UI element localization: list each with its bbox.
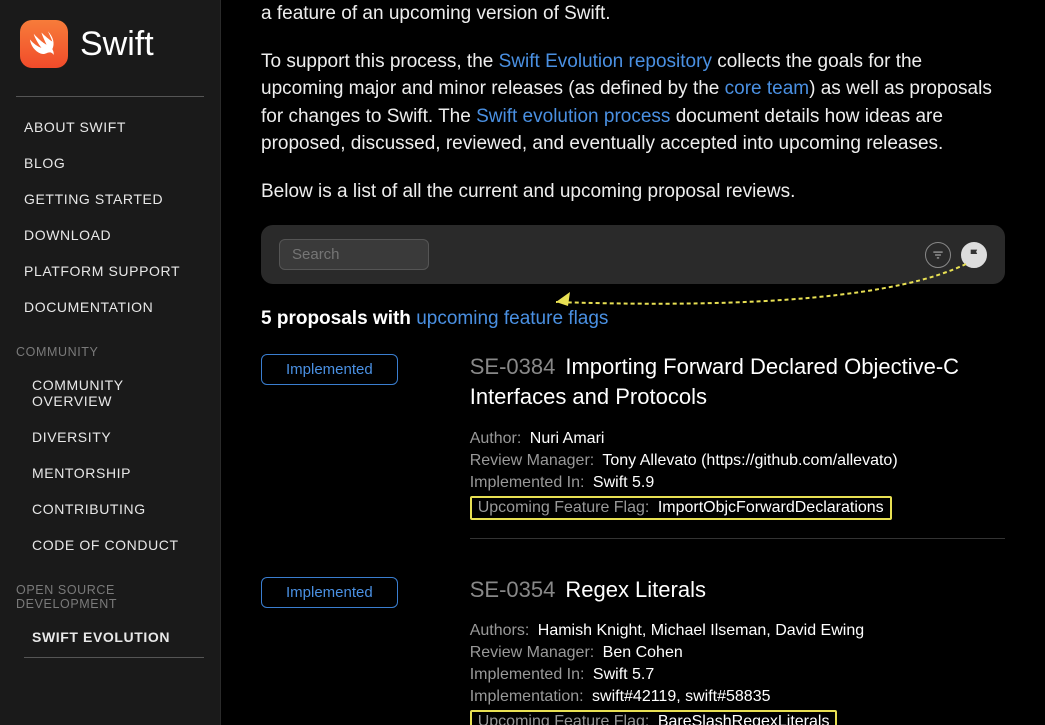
meta-implemented-in: Implemented In: Swift 5.7 <box>470 666 1005 684</box>
nav-blog[interactable]: BLOG <box>16 145 204 181</box>
meta-review-manager: Review Manager: Tony Allevato (https://g… <box>470 452 1005 470</box>
meta-author: Author: Nuri Amari <box>470 430 1005 448</box>
proposal-title[interactable]: SE-0354 Regex Literals <box>470 575 1005 605</box>
proposal-item: Implemented SE-0354 Regex Literals Author… <box>261 575 1005 725</box>
nav-diversity[interactable]: DIVERSITY <box>24 419 204 455</box>
value[interactable]: Tony Allevato (https://github.com/alleva… <box>602 452 897 469</box>
label: Implemented In: <box>470 474 585 491</box>
meta-implementation: Implementation: swift#42119, swift#58835 <box>470 688 1005 706</box>
status-badge[interactable]: Implemented <box>261 354 398 385</box>
logo-text: Swift <box>80 25 154 64</box>
label: Implemented In: <box>470 666 585 683</box>
nav-section-opensource: OPEN SOURCE DEVELOPMENT <box>16 563 204 619</box>
label: Author: <box>470 430 522 447</box>
nav-community-overview[interactable]: COMMUNITY OVERVIEW <box>24 367 204 419</box>
nav-mentorship[interactable]: MENTORSHIP <box>24 455 204 491</box>
nav-getting-started[interactable]: GETTING STARTED <box>16 181 204 217</box>
intro-p3: Below is a list of all the current and u… <box>261 178 1005 206</box>
search-input[interactable] <box>279 239 429 270</box>
nav-platform-support[interactable]: PLATFORM SUPPORT <box>16 253 204 289</box>
nav-code-of-conduct[interactable]: CODE OF CONDUCT <box>24 527 204 563</box>
label: Review Manager: <box>470 452 595 469</box>
filter-count: 5 proposals with <box>261 308 416 329</box>
link-core-team[interactable]: core team <box>725 78 809 99</box>
logo-row[interactable]: Swift <box>16 20 204 68</box>
divider <box>16 96 204 97</box>
proposal-title-text: Regex Literals <box>565 577 706 602</box>
meta-feature-flag: Upcoming Feature Flag: ImportObjcForward… <box>478 499 884 516</box>
value[interactable]: ImportObjcForwardDeclarations <box>658 499 884 516</box>
nav-swift-evolution[interactable]: SWIFT EVOLUTION <box>24 619 204 658</box>
proposal-se-number: SE-0354 <box>470 577 556 602</box>
intro-p2: To support this process, the Swift Evolu… <box>261 48 1005 158</box>
search-toolbar <box>261 225 1005 284</box>
flag-icon[interactable] <box>961 242 987 268</box>
meta-author: Authors: Hamish Knight, Michael Ilseman,… <box>470 622 1005 640</box>
nav-contributing[interactable]: CONTRIBUTING <box>24 491 204 527</box>
proposal-title[interactable]: SE-0384Importing Forward Declared Object… <box>470 352 1005 411</box>
value[interactable]: swift#42119, swift#58835 <box>592 688 770 705</box>
label: Implementation: <box>470 688 584 705</box>
meta-implemented-in: Implemented In: Swift 5.9 <box>470 474 1005 492</box>
meta-review-manager: Review Manager: Ben Cohen <box>470 644 1005 662</box>
value[interactable]: Nuri Amari <box>530 430 605 447</box>
main-content: a feature of an upcoming version of Swif… <box>220 0 1045 725</box>
swift-logo-icon <box>20 20 68 68</box>
nav-documentation[interactable]: DOCUMENTATION <box>16 289 204 325</box>
proposal-se-number: SE-0384 <box>470 354 556 379</box>
intro-text: a feature of an upcoming version of Swif… <box>261 0 1005 205</box>
nav-section-community: COMMUNITY <box>16 325 204 367</box>
sidebar: Swift ABOUT SWIFT BLOG GETTING STARTED D… <box>0 0 220 725</box>
annotation-highlight: Upcoming Feature Flag: BareSlashRegexLit… <box>470 710 838 725</box>
intro-partial: a feature of an upcoming version of Swif… <box>261 0 1005 28</box>
value[interactable]: Ben Cohen <box>603 644 683 661</box>
label: Authors: <box>470 622 530 639</box>
value: Swift 5.7 <box>593 666 654 683</box>
text: To support this process, the <box>261 51 499 72</box>
filter-summary: 5 proposals with upcoming feature flags <box>261 308 1005 330</box>
filter-link-upcoming-flags[interactable]: upcoming feature flags <box>416 308 608 329</box>
status-badge[interactable]: Implemented <box>261 577 398 608</box>
label: Upcoming Feature Flag: <box>478 499 650 516</box>
label: Review Manager: <box>470 644 595 661</box>
proposal-item: Implemented SE-0384Importing Forward Dec… <box>261 352 1005 538</box>
meta-feature-flag: Upcoming Feature Flag: BareSlashRegexLit… <box>478 713 830 725</box>
value[interactable]: Hamish Knight, Michael Ilseman, David Ew… <box>538 622 864 639</box>
annotation-highlight: Upcoming Feature Flag: ImportObjcForward… <box>470 496 892 520</box>
link-swift-evolution-process[interactable]: Swift evolution process <box>476 106 670 127</box>
link-swift-evolution-repo[interactable]: Swift Evolution repository <box>499 51 712 72</box>
nav-download[interactable]: DOWNLOAD <box>16 217 204 253</box>
value: Swift 5.9 <box>593 474 654 491</box>
value[interactable]: BareSlashRegexLiterals <box>658 713 830 725</box>
nav-about-swift[interactable]: ABOUT SWIFT <box>16 109 204 145</box>
filter-icon[interactable] <box>925 242 951 268</box>
label: Upcoming Feature Flag: <box>478 713 650 725</box>
